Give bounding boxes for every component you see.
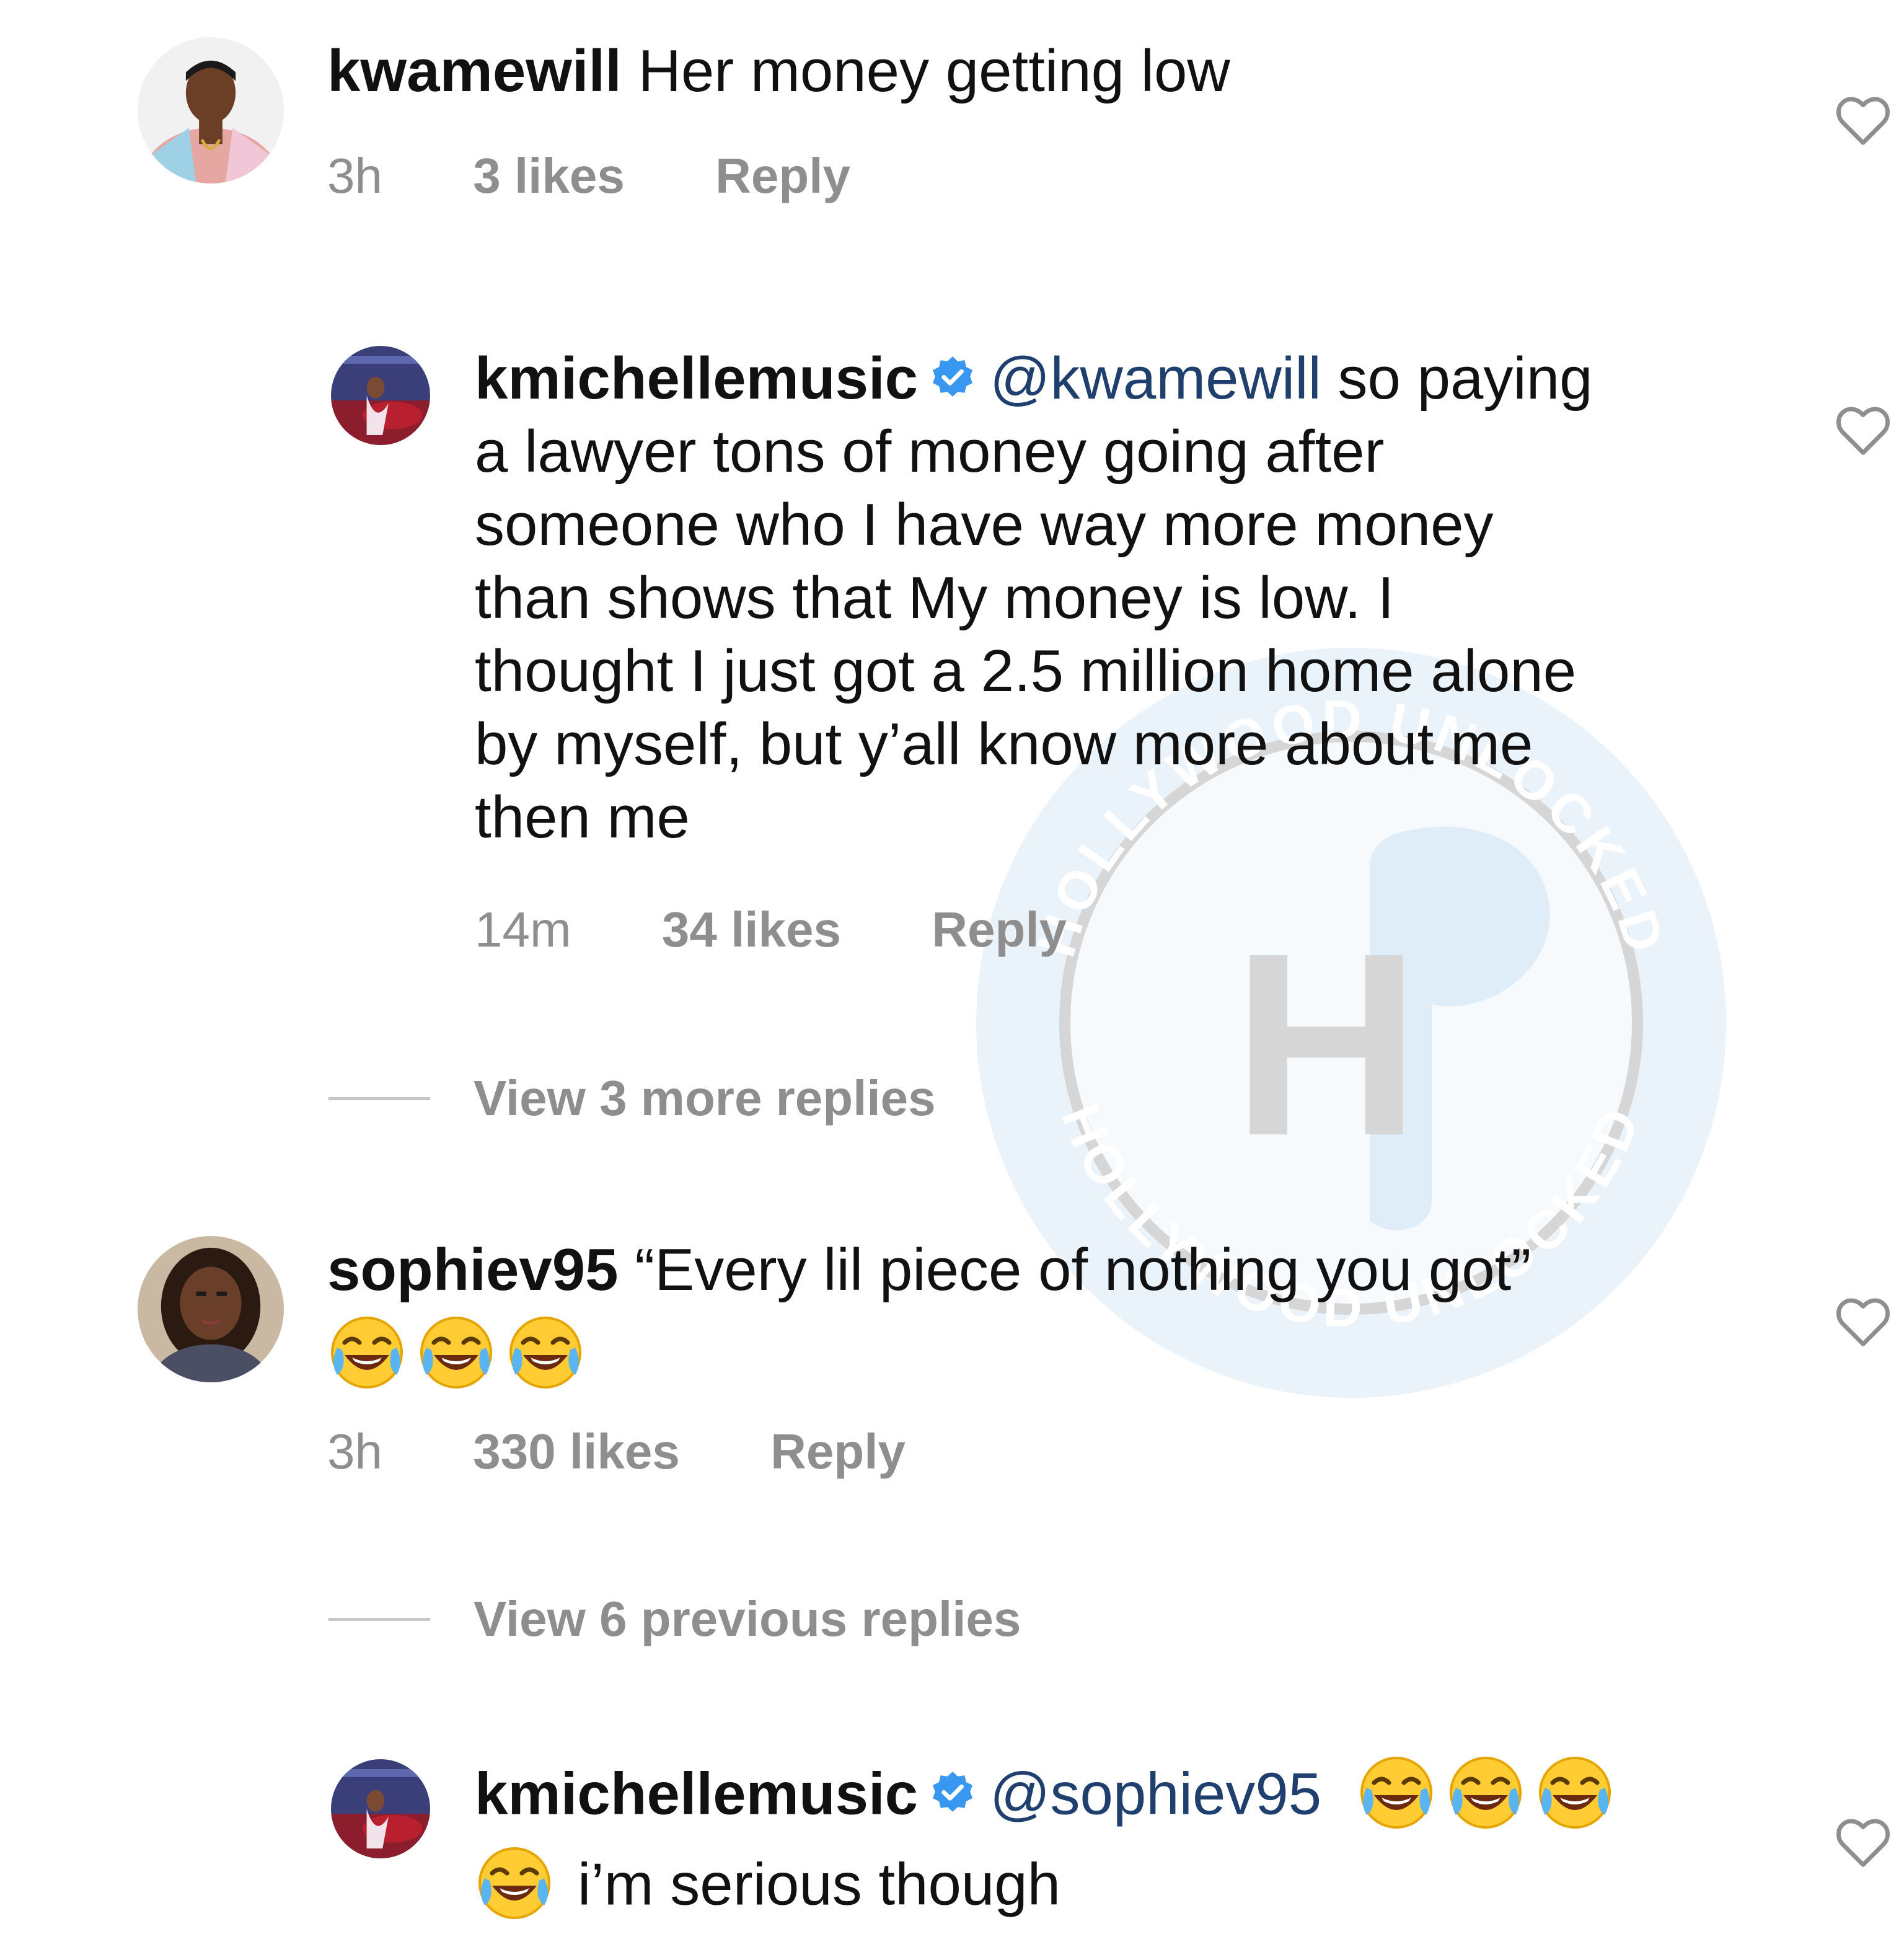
comment-text: “Every lil piece of nothing you got”	[635, 1237, 1532, 1303]
comment-line: someone who I have way more money	[475, 492, 1494, 558]
comment-line: by myself, but y’all know more about me	[475, 711, 1533, 777]
face-with-tears-of-joy-emoji	[1357, 1753, 1436, 1832]
comment-line: than shows that My money is low. I	[475, 565, 1395, 631]
verified-badge-icon	[929, 355, 976, 402]
face-with-tears-of-joy-emoji	[416, 1313, 496, 1392]
view-more-replies[interactable]: View 3 more replies	[328, 1067, 936, 1129]
timestamp: 3h	[327, 1424, 382, 1479]
face-with-tears-of-joy-emoji	[1446, 1753, 1525, 1832]
view-replies-label[interactable]: View 6 previous replies	[474, 1588, 1021, 1650]
comment-line: kmichellemusic @sophiev95	[475, 1753, 1838, 1843]
comment-meta: 14m 34 likes Reply	[475, 899, 1067, 961]
comment-line: thought I just got a 2.5 million home al…	[475, 638, 1577, 704]
heart-icon[interactable]	[1835, 94, 1892, 146]
view-previous-replies[interactable]: View 6 previous replies	[328, 1588, 1021, 1650]
comment-line: i’m serious though	[475, 1843, 1838, 1934]
comment-text: i’m serious though	[578, 1851, 1061, 1918]
comment-text: so paying	[1321, 345, 1593, 412]
username[interactable]: kwamewill	[327, 38, 622, 104]
avatar-kwamewill[interactable]	[138, 37, 284, 183]
avatar-sophiev95[interactable]	[138, 1236, 284, 1382]
comment-body: kwamewill Her money getting low	[327, 35, 1778, 108]
heart-icon[interactable]	[1835, 1296, 1892, 1348]
mention-link[interactable]: @kwamewill	[990, 345, 1321, 412]
heart-icon[interactable]	[1835, 404, 1892, 456]
comment-line: then me	[475, 784, 690, 850]
face-with-tears-of-joy-emoji	[1535, 1753, 1615, 1832]
reply-button[interactable]: Reply	[770, 1421, 906, 1483]
comment-meta: 3h 3 likes Reply	[327, 145, 850, 207]
thread-divider	[328, 1097, 430, 1100]
timestamp: 3h	[327, 148, 382, 203]
timestamp: 14m	[475, 902, 571, 957]
mention-link[interactable]: @sophiev95	[990, 1760, 1321, 1827]
heart-icon[interactable]	[1835, 1816, 1892, 1868]
comment-body: kmichellemusic @sophiev95 i’m serious tho…	[475, 1753, 1838, 1934]
svg-text:H: H	[1232, 899, 1420, 1190]
avatar-kmichellemusic[interactable]	[331, 346, 430, 445]
emoji-row	[327, 1313, 1778, 1403]
reply-button[interactable]: Reply	[715, 145, 850, 207]
reply-button[interactable]: Reply	[932, 899, 1067, 961]
comment-body: sophiev95 “Every lil piece of nothing yo…	[327, 1234, 1778, 1403]
face-with-tears-of-joy-emoji	[506, 1313, 585, 1392]
likes-count[interactable]: 330 likes	[473, 1421, 680, 1483]
comment-meta: 3h 330 likes Reply	[327, 1421, 906, 1483]
username[interactable]: kmichellemusic	[475, 345, 918, 412]
comment-text: Her money getting low	[638, 38, 1230, 104]
username[interactable]: kmichellemusic	[475, 1760, 918, 1827]
face-with-tears-of-joy-emoji	[327, 1313, 407, 1392]
likes-count[interactable]: 3 likes	[473, 145, 625, 207]
face-with-tears-of-joy-emoji	[475, 1843, 554, 1923]
thread-divider	[328, 1617, 430, 1621]
username[interactable]: sophiev95	[327, 1237, 619, 1303]
comment-line: kmichellemusic @kwamewill so paying	[475, 342, 1838, 415]
comment-body: kmichellemusic @kwamewill so paying a law…	[475, 342, 1838, 854]
likes-count[interactable]: 34 likes	[662, 899, 841, 961]
comment-line: sophiev95 “Every lil piece of nothing yo…	[327, 1234, 1778, 1307]
view-replies-label[interactable]: View 3 more replies	[474, 1067, 936, 1129]
avatar-kmichellemusic[interactable]	[331, 1759, 430, 1858]
verified-badge-icon	[929, 1770, 976, 1817]
comment-line: a lawyer tons of money going after	[475, 418, 1385, 485]
